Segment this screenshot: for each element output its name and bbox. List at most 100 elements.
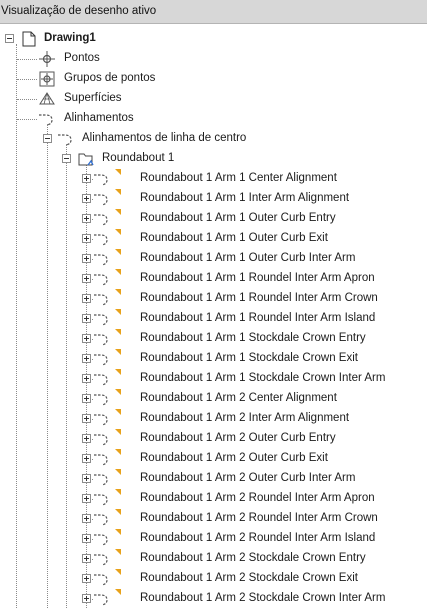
tree-node-alignment[interactable]: Roundabout 1 Arm 2 Stockdale Crown Exit — [0, 569, 427, 589]
alignment-icon — [94, 514, 108, 526]
expand-toggle[interactable] — [82, 174, 91, 183]
tree-node-alignment[interactable]: Roundabout 1 Arm 1 Stockdale Crown Inter… — [0, 369, 427, 389]
expand-toggle[interactable] — [82, 454, 91, 463]
expand-toggle[interactable] — [82, 314, 91, 323]
alignment-icon — [94, 414, 108, 426]
warning-flag-icon — [115, 169, 121, 175]
alignment-icon — [94, 554, 108, 566]
alignment-icon — [94, 194, 108, 206]
warning-flag-icon — [115, 249, 121, 255]
expand-toggle[interactable] — [82, 194, 91, 203]
expand-toggle[interactable] — [82, 494, 91, 503]
alignment-icon — [58, 134, 72, 146]
expand-toggle[interactable] — [82, 594, 91, 603]
alignment-icon — [94, 574, 108, 586]
tree-node-alignment[interactable]: Roundabout 1 Arm 2 Roundel Inter Arm Apr… — [0, 489, 427, 509]
tree-node-alignment[interactable]: Roundabout 1 Arm 2 Stockdale Crown Inter… — [0, 589, 427, 609]
alignment-label: Roundabout 1 Arm 2 Outer Curb Entry — [140, 432, 336, 444]
alignment-icon — [39, 114, 53, 126]
alignment-icon — [94, 234, 108, 246]
warning-flag-icon — [115, 269, 121, 275]
point-groups-icon — [39, 71, 55, 87]
tree-node-pontos[interactable]: Pontos — [0, 49, 427, 69]
warning-flag-icon — [115, 229, 121, 235]
tree-node-alinhamentos[interactable]: Alinhamentos — [0, 109, 427, 129]
expand-toggle[interactable] — [82, 374, 91, 383]
alignment-icon — [94, 534, 108, 546]
grupos-label: Grupos de pontos — [64, 72, 156, 84]
expand-toggle[interactable] — [82, 334, 91, 343]
expand-toggle[interactable] — [82, 514, 91, 523]
tree-node-alignment[interactable]: Roundabout 1 Arm 2 Inter Arm Alignment — [0, 409, 427, 429]
alignment-label: Roundabout 1 Arm 1 Stockdale Crown Entry — [140, 332, 366, 344]
tree-node-drawing[interactable]: Drawing1 — [0, 29, 427, 49]
warning-flag-icon — [115, 329, 121, 335]
tree-node-alignment[interactable]: Roundabout 1 Arm 1 Stockdale Crown Entry — [0, 329, 427, 349]
tree-node-alignment[interactable]: Roundabout 1 Arm 2 Center Alignment — [0, 389, 427, 409]
tree-node-alignment[interactable]: Roundabout 1 Arm 1 Outer Curb Inter Arm — [0, 249, 427, 269]
alignment-label: Roundabout 1 Arm 2 Stockdale Crown Entry — [140, 552, 366, 564]
collapse-toggle[interactable] — [43, 134, 52, 143]
warning-flag-icon — [115, 549, 121, 555]
warning-flag-icon — [115, 529, 121, 535]
tree-node-alignment[interactable]: Roundabout 1 Arm 1 Roundel Inter Arm Cro… — [0, 289, 427, 309]
expand-toggle[interactable] — [82, 294, 91, 303]
tree-node-superficies[interactable]: Superfícies — [0, 89, 427, 109]
prospector-tree[interactable]: Drawing1 Pontos Grupos de pontos Superfí… — [0, 29, 427, 609]
alignment-label: Roundabout 1 Arm 1 Inter Arm Alignment — [140, 192, 350, 204]
tree-node-grupos-de-pontos[interactable]: Grupos de pontos — [0, 69, 427, 89]
warning-flag-icon — [115, 349, 121, 355]
expand-toggle[interactable] — [82, 414, 91, 423]
tree-connector — [17, 119, 37, 120]
expand-toggle[interactable] — [82, 554, 91, 563]
expand-toggle[interactable] — [82, 274, 91, 283]
expand-toggle[interactable] — [82, 354, 91, 363]
alignment-icon — [94, 254, 108, 266]
tree-node-alignment[interactable]: Roundabout 1 Arm 2 Roundel Inter Arm Cro… — [0, 509, 427, 529]
expand-toggle[interactable] — [82, 434, 91, 443]
tree-node-alignment[interactable]: Roundabout 1 Arm 1 Stockdale Crown Exit — [0, 349, 427, 369]
collapse-toggle[interactable] — [62, 154, 71, 163]
tree-node-alignment[interactable]: Roundabout 1 Arm 1 Outer Curb Entry — [0, 209, 427, 229]
tree-node-site-roundabout[interactable]: Roundabout 1 — [0, 149, 427, 169]
alignment-icon — [94, 214, 108, 226]
tree-node-alinhamentos-linha-centro[interactable]: Alinhamentos de linha de centro — [0, 129, 427, 149]
alignment-label: Roundabout 1 Arm 2 Outer Curb Inter Arm — [140, 472, 356, 484]
alignment-label: Roundabout 1 Arm 1 Center Alignment — [140, 172, 337, 184]
site-label: Roundabout 1 — [102, 152, 175, 164]
warning-flag-icon — [115, 449, 121, 455]
warning-flag-icon — [115, 189, 121, 195]
expand-toggle[interactable] — [82, 474, 91, 483]
tree-node-alignment[interactable]: Roundabout 1 Arm 2 Roundel Inter Arm Isl… — [0, 529, 427, 549]
expand-toggle[interactable] — [82, 394, 91, 403]
tree-node-alignment[interactable]: Roundabout 1 Arm 2 Outer Curb Exit — [0, 449, 427, 469]
superficies-label: Superfícies — [64, 92, 122, 104]
tree-node-alignment[interactable]: Roundabout 1 Arm 1 Center Alignment — [0, 169, 427, 189]
expand-toggle[interactable] — [82, 234, 91, 243]
warning-flag-icon — [115, 569, 121, 575]
expand-toggle[interactable] — [82, 534, 91, 543]
expand-toggle[interactable] — [82, 574, 91, 583]
collapse-toggle[interactable] — [5, 34, 14, 43]
alignment-label: Roundabout 1 Arm 2 Inter Arm Alignment — [140, 412, 350, 424]
warning-flag-icon — [115, 209, 121, 215]
alignment-icon — [94, 354, 108, 366]
tree-node-alignment[interactable]: Roundabout 1 Arm 2 Outer Curb Inter Arm — [0, 469, 427, 489]
tree-node-alignment[interactable]: Roundabout 1 Arm 1 Roundel Inter Arm Isl… — [0, 309, 427, 329]
warning-flag-icon — [115, 369, 121, 375]
drawing-label: Drawing1 — [44, 32, 96, 44]
tree-node-alignment[interactable]: Roundabout 1 Arm 1 Roundel Inter Arm Apr… — [0, 269, 427, 289]
alignment-icon — [94, 594, 108, 606]
tree-node-alignment[interactable]: Roundabout 1 Arm 1 Inter Arm Alignment — [0, 189, 427, 209]
alignment-label: Roundabout 1 Arm 2 Center Alignment — [140, 392, 337, 404]
drawing-document-icon — [22, 31, 36, 47]
tree-node-alignment[interactable]: Roundabout 1 Arm 1 Outer Curb Exit — [0, 229, 427, 249]
alignment-label: Roundabout 1 Arm 2 Roundel Inter Arm Isl… — [140, 532, 376, 544]
expand-toggle[interactable] — [82, 214, 91, 223]
tree-node-alignment[interactable]: Roundabout 1 Arm 2 Stockdale Crown Entry — [0, 549, 427, 569]
expand-toggle[interactable] — [82, 254, 91, 263]
tree-connector — [17, 99, 37, 100]
tree-node-alignment[interactable]: Roundabout 1 Arm 2 Outer Curb Entry — [0, 429, 427, 449]
alignment-label: Roundabout 1 Arm 1 Roundel Inter Arm Isl… — [140, 312, 376, 324]
tree-connector — [17, 79, 37, 80]
